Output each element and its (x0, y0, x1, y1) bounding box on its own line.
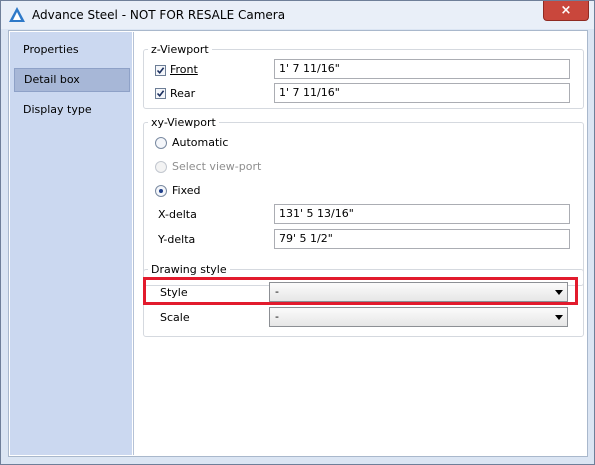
fixed-label[interactable]: Fixed (172, 184, 201, 197)
dropdown-arrow-icon (555, 290, 563, 295)
rear-distance-input[interactable]: 1' 7 11/16" (274, 83, 570, 103)
front-distance-input[interactable]: 1' 7 11/16" (274, 59, 570, 79)
dialog-client-area: Properties Detail box Display type z-Vie… (8, 30, 588, 457)
style-dropdown-value: - (275, 285, 279, 298)
sidebar-item-properties[interactable]: Properties (14, 38, 130, 62)
scale-label: Scale (160, 311, 190, 324)
sidebar-item-detail-box[interactable]: Detail box (14, 68, 130, 92)
select-view-port-label: Select view-port (172, 160, 262, 173)
automatic-radio[interactable] (155, 137, 167, 149)
window-title: Advance Steel - NOT FOR RESALE Camera (32, 8, 286, 22)
rear-checkbox[interactable] (155, 88, 166, 99)
scale-dropdown-value: - (275, 310, 279, 323)
rear-label[interactable]: Rear (170, 87, 195, 100)
style-label: Style (160, 286, 188, 299)
dialog-window: Advance Steel - NOT FOR RESALE Camera × … (0, 0, 595, 465)
title-bar[interactable]: Advance Steel - NOT FOR RESALE Camera × (1, 1, 594, 29)
select-view-port-radio (155, 161, 167, 173)
check-icon (156, 67, 165, 75)
front-label[interactable]: Front (170, 63, 198, 76)
x-delta-input[interactable]: 131' 5 13/16" (274, 204, 570, 224)
category-sidebar: Properties Detail box Display type (10, 32, 132, 455)
fixed-radio[interactable] (155, 185, 167, 197)
dropdown-arrow-icon (555, 315, 563, 320)
drawing-style-title: Drawing style (151, 263, 227, 276)
automatic-label[interactable]: Automatic (172, 136, 228, 149)
xy-viewport-title: xy-Viewport (151, 116, 216, 129)
y-delta-label: Y-delta (158, 233, 196, 246)
detail-box-panel: z-Viewport Front 1' 7 11/16" Rear 1' 7 1… (133, 32, 587, 455)
check-icon (156, 90, 165, 98)
x-delta-label: X-delta (158, 208, 197, 221)
scale-dropdown[interactable]: - (269, 307, 568, 327)
front-checkbox[interactable] (155, 65, 166, 76)
close-button[interactable]: × (543, 1, 589, 21)
style-dropdown[interactable]: - (269, 282, 568, 302)
z-viewport-title: z-Viewport (151, 43, 209, 56)
radio-selected-dot (159, 189, 163, 193)
sidebar-item-display-type[interactable]: Display type (14, 98, 130, 122)
advance-steel-logo-icon (9, 7, 25, 22)
y-delta-input[interactable]: 79' 5 1/2" (274, 229, 570, 249)
